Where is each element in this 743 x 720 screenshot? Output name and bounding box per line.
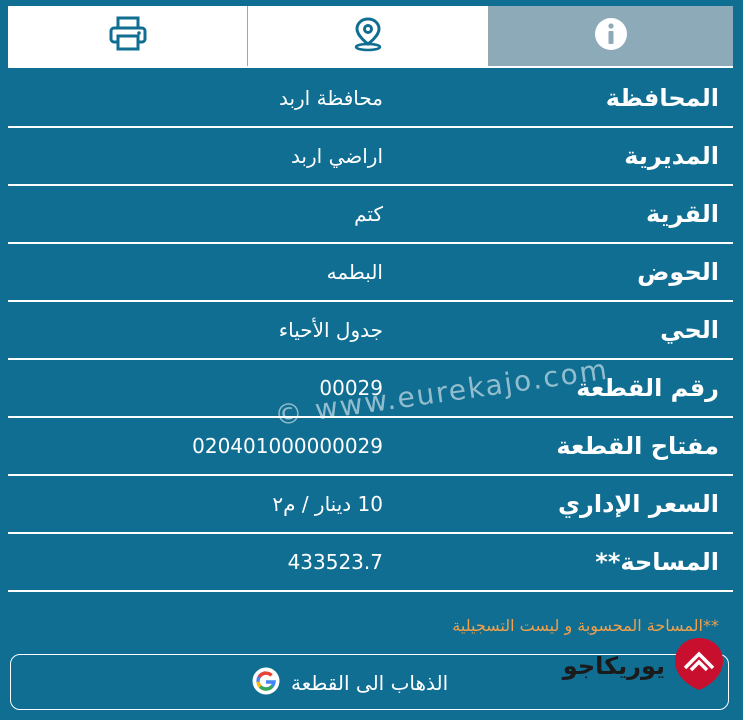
app-frame: المحافظة محافظة اربد المديرية اراضي اربد… — [8, 6, 734, 714]
row-label: المحافظة — [605, 84, 719, 112]
row-value: 10 دينار / م٢ — [272, 492, 383, 516]
row-value: البطمه — [326, 260, 383, 284]
row-label: المساحة** — [595, 548, 719, 576]
row-value: اراضي اربد — [290, 144, 383, 168]
brand-logo: يوريكاجو — [563, 634, 727, 698]
plot-details-table: المحافظة محافظة اربد المديرية اراضي اربد… — [8, 70, 733, 592]
area-note: **المساحة المحسوبة و ليست التسجيلية — [452, 616, 719, 635]
row-value: محافظة اربد — [278, 86, 383, 110]
go-button-content: الذهاب الى القطعة — [251, 655, 448, 711]
row-area: المساحة** 433523.7 — [8, 534, 733, 592]
map-pin-icon — [350, 16, 386, 56]
row-label: القرية — [645, 200, 719, 228]
row-value: جدول الأحياء — [278, 318, 383, 342]
logo-text: يوريكاجو — [562, 652, 665, 680]
row-governorate: المحافظة محافظة اربد — [8, 70, 733, 128]
logo-mark-icon — [671, 634, 727, 698]
row-value: كتم — [354, 202, 383, 226]
google-icon — [251, 666, 281, 700]
row-plot-key: مفتاح القطعة 020401000000029 — [8, 418, 733, 476]
tab-print[interactable] — [8, 6, 249, 66]
tab-location[interactable] — [248, 6, 489, 66]
printer-icon — [108, 16, 148, 56]
row-label: المديرية — [624, 142, 719, 170]
row-village: القرية كتم — [8, 186, 733, 244]
tab-info[interactable] — [488, 6, 734, 66]
row-directorate: المديرية اراضي اربد — [8, 128, 733, 186]
row-admin-price: السعر الإداري 10 دينار / م٢ — [8, 476, 733, 534]
row-basin: الحوض البطمه — [8, 244, 733, 302]
row-label: الحي — [660, 316, 719, 344]
info-icon — [593, 16, 629, 56]
tab-bar — [8, 6, 734, 68]
row-label: الحوض — [637, 258, 719, 286]
row-label: مفتاح القطعة — [556, 432, 719, 460]
row-label: السعر الإداري — [558, 490, 719, 518]
row-neighborhood: الحي جدول الأحياء — [8, 302, 733, 360]
row-value: 433523.7 — [287, 550, 383, 574]
go-button-label: الذهاب الى القطعة — [291, 671, 449, 695]
